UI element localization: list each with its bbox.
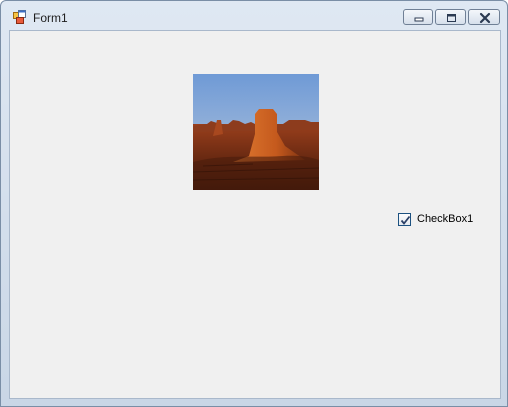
form-client-area: CheckBox1 xyxy=(9,30,501,399)
maximize-icon xyxy=(447,14,456,22)
minimize-button[interactable] xyxy=(403,9,433,25)
close-button[interactable] xyxy=(468,9,500,25)
checkbox-label[interactable]: CheckBox1 xyxy=(417,213,473,225)
window-title: Form1 xyxy=(33,11,68,25)
checkbox-box[interactable] xyxy=(398,213,411,226)
minimize-icon xyxy=(414,17,424,22)
close-icon xyxy=(479,12,491,24)
desert-landscape-image xyxy=(193,74,319,190)
window: Form1 CheckBox1 xyxy=(0,0,508,407)
app-icon[interactable] xyxy=(13,10,27,24)
maximize-button[interactable] xyxy=(435,9,466,25)
checkmark-icon xyxy=(400,215,411,225)
title-bar[interactable]: Form1 xyxy=(1,1,507,31)
